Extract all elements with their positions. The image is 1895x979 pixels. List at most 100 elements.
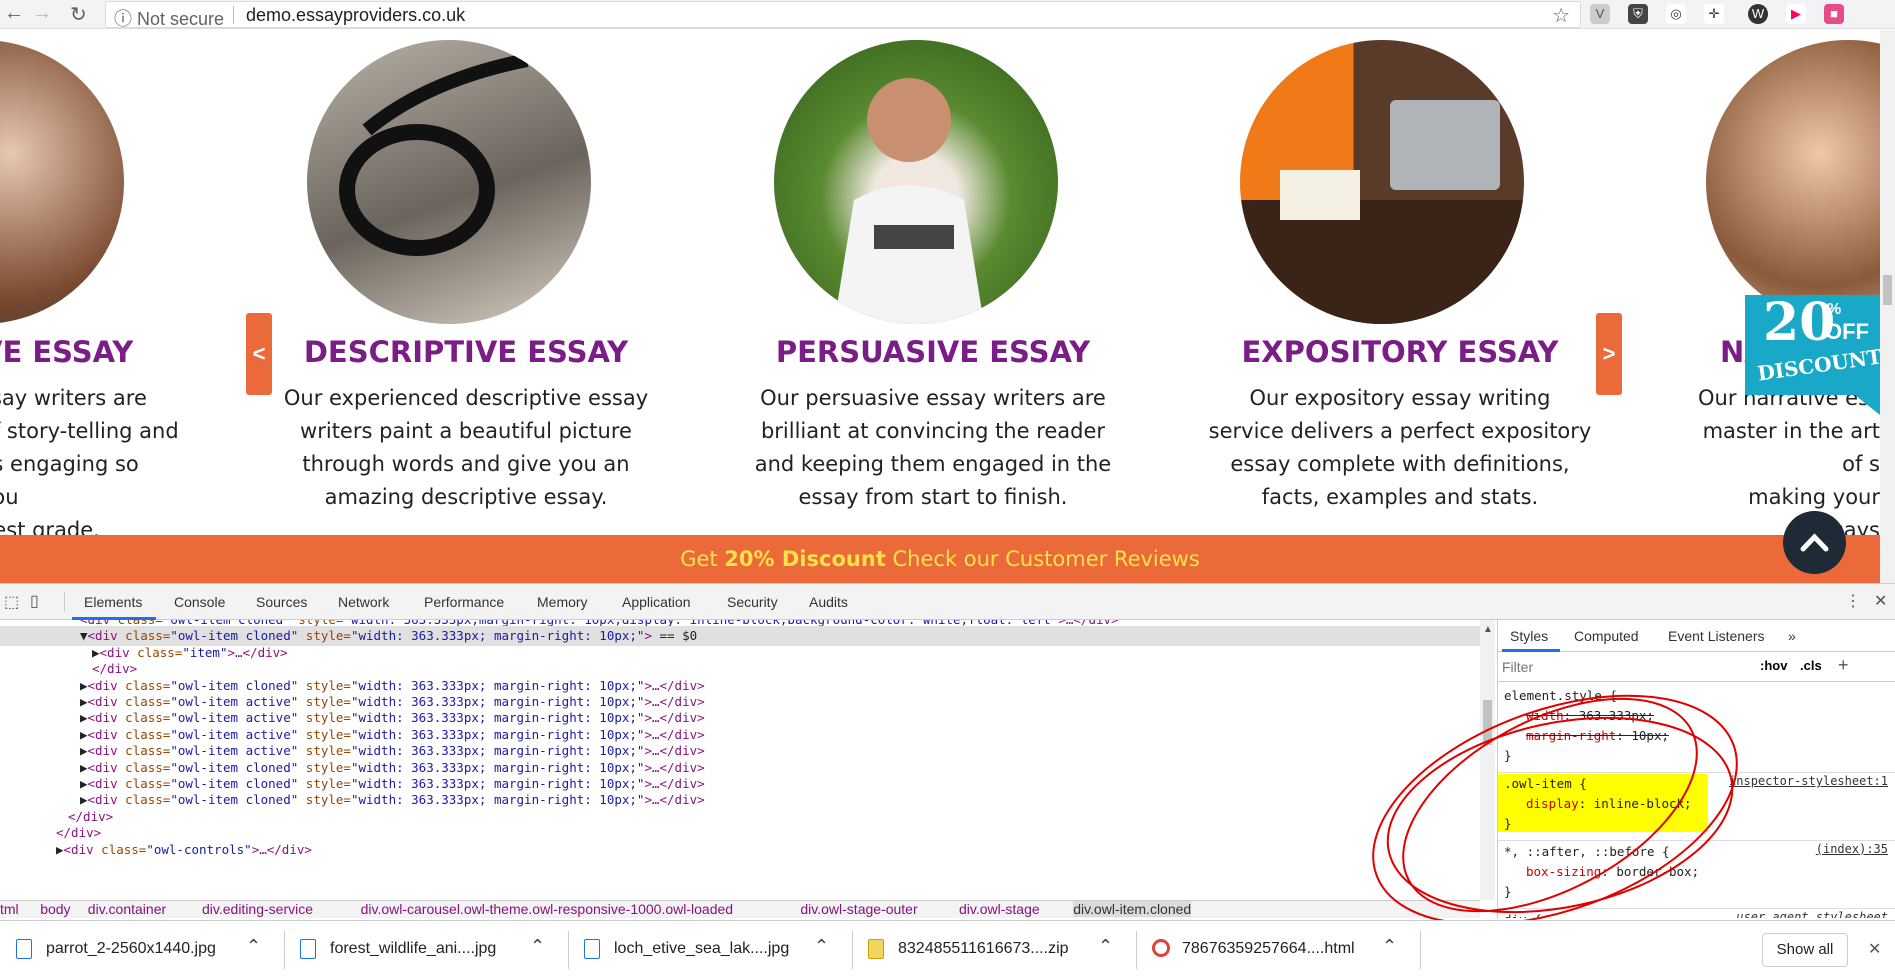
- breadcrumb-item[interactable]: div.editing-service: [202, 901, 313, 917]
- extension-shield-icon[interactable]: ⛨: [1628, 4, 1648, 24]
- download-separator: [852, 931, 853, 969]
- page-scrollbar[interactable]: [1880, 30, 1895, 595]
- url-text[interactable]: demo.essayproviders.co.uk: [246, 5, 465, 26]
- hov-toggle[interactable]: :hov: [1760, 658, 1787, 673]
- dom-attr-name: class=: [129, 644, 183, 660]
- tab-application[interactable]: Application: [622, 594, 691, 610]
- extension-w-icon[interactable]: W: [1748, 4, 1768, 24]
- property-name: width: [1526, 708, 1564, 723]
- show-all-button[interactable]: Show all: [1762, 933, 1848, 967]
- dom-scrollbar[interactable]: ▲: [1480, 620, 1495, 900]
- dom-attr-value: "item": [182, 644, 228, 660]
- back-icon[interactable]: ←: [4, 2, 24, 25]
- expand-arrow-icon[interactable]: ▶: [56, 842, 64, 857]
- discount-badge[interactable]: 20 % OFF DISCOUNT: [1745, 295, 1880, 415]
- device-toolbar-icon[interactable]: ▯: [30, 591, 39, 611]
- bookmark-star-icon[interactable]: ☆: [1552, 3, 1570, 28]
- dom-scrollbar-thumb[interactable]: [1483, 700, 1492, 745]
- expand-arrow-icon[interactable]: ▶: [80, 727, 88, 742]
- breadcrumb-item[interactable]: body: [40, 901, 70, 917]
- scroll-to-top-button[interactable]: [1783, 511, 1846, 574]
- property-colon: :: [1578, 796, 1594, 811]
- download-item[interactable]: 832485511616673....zip ⌃: [860, 921, 1128, 979]
- rule-property[interactable]: width: 363.333px;: [1526, 706, 1654, 726]
- expand-arrow-icon[interactable]: ▶: [80, 694, 88, 709]
- scroll-up-icon[interactable]: ▲: [1483, 624, 1493, 635]
- dom-node-line[interactable]: ▶<div class="owl-controls">…</div>: [0, 840, 312, 860]
- expand-arrow-icon[interactable]: ▼: [80, 628, 88, 643]
- tab-computed[interactable]: Computed: [1574, 628, 1639, 644]
- tab-console[interactable]: Console: [174, 594, 225, 610]
- rule-source[interactable]: user agent stylesheet: [1736, 910, 1888, 918]
- chevron-up-icon[interactable]: ⌃: [814, 936, 829, 957]
- security-indicator[interactable]: ⓘ Not secure: [114, 5, 224, 31]
- rule-property[interactable]: box-sizing: border-box;: [1526, 862, 1699, 882]
- expand-arrow-icon[interactable]: ▶: [80, 743, 88, 758]
- extension-v-icon[interactable]: V: [1590, 4, 1610, 24]
- extension-square-icon[interactable]: ■: [1824, 4, 1844, 24]
- dom-tag-tail: >…</div>: [644, 792, 705, 808]
- breadcrumb-item[interactable]: div.container: [88, 901, 166, 917]
- styles-filter-input[interactable]: [1502, 656, 1742, 678]
- style-rule[interactable]: div {user agent stylesheet: [1498, 908, 1895, 918]
- chevron-up-icon[interactable]: ⌃: [1098, 936, 1113, 957]
- more-tabs-icon[interactable]: »: [1788, 628, 1796, 644]
- property-name: box-sizing: [1526, 864, 1602, 879]
- cls-toggle[interactable]: .cls: [1800, 658, 1822, 673]
- chevron-up-icon[interactable]: ⌃: [1382, 936, 1397, 957]
- chevron-up-icon[interactable]: ⌃: [530, 936, 545, 957]
- extension-crosshair-icon[interactable]: ✛: [1704, 4, 1724, 24]
- tab-performance[interactable]: Performance: [424, 594, 504, 610]
- property-value: 10px;: [1631, 728, 1670, 743]
- style-rule[interactable]: .owl-item {display: inline-block;} inspec…: [1498, 772, 1895, 840]
- page-scrollbar-thumb[interactable]: [1883, 275, 1892, 305]
- dom-attr-name: class=: [117, 726, 171, 742]
- download-item[interactable]: forest_wildlife_ani....jpg ⌃: [292, 921, 560, 979]
- banner-reviews-link[interactable]: Check our Customer Reviews: [886, 547, 1200, 571]
- new-rule-icon[interactable]: +: [1838, 655, 1849, 676]
- extension-circle-icon[interactable]: ◎: [1666, 4, 1686, 24]
- breadcrumb-item[interactable]: div.owl-stage: [959, 901, 1040, 917]
- breadcrumb-item[interactable]: div.owl-carousel.owl-theme.owl-responsiv…: [361, 901, 733, 917]
- close-devtools-icon[interactable]: ✕: [1874, 591, 1887, 611]
- chevron-up-icon[interactable]: ⌃: [246, 936, 261, 957]
- rule-source[interactable]: inspector-stylesheet:1: [1729, 774, 1888, 788]
- tab-styles[interactable]: Styles: [1510, 628, 1548, 644]
- inspect-icon[interactable]: ⬚: [4, 592, 19, 612]
- style-rule[interactable]: *, ::after, ::before {box-sizing: border…: [1498, 840, 1895, 908]
- close-downloads-icon[interactable]: ✕: [1868, 939, 1881, 959]
- rule-source[interactable]: (index):35: [1816, 842, 1888, 856]
- download-item[interactable]: parrot_2-2560x1440.jpg ⌃: [8, 921, 276, 979]
- tab-network[interactable]: Network: [338, 594, 389, 610]
- download-item[interactable]: loch_etive_sea_lak....jpg ⌃: [576, 921, 844, 979]
- download-item[interactable]: 78676359257664....html ⌃: [1144, 921, 1412, 979]
- tab-audits[interactable]: Audits: [809, 594, 848, 610]
- extension-play-icon[interactable]: ▶: [1786, 4, 1806, 24]
- breadcrumb-item[interactable]: tml: [0, 901, 19, 917]
- banner-discount[interactable]: 20% Discount: [724, 547, 886, 571]
- devtools-tabbar: ⬚ ▯ Elements Console Sources Network Per…: [0, 584, 1895, 620]
- expand-arrow-icon[interactable]: ▶: [80, 776, 88, 791]
- promo-banner[interactable]: Get 20% Discount Check our Customer Revi…: [0, 535, 1880, 583]
- more-options-icon[interactable]: ⋮: [1845, 591, 1861, 611]
- address-bar[interactable]: ⓘ Not secure demo.essayproviders.co.uk ☆: [105, 1, 1581, 31]
- tab-elements[interactable]: Elements: [84, 594, 142, 610]
- expand-arrow-icon[interactable]: ▶: [92, 645, 100, 660]
- rule-property[interactable]: margin-right: 10px;: [1526, 726, 1669, 746]
- tab-event-listeners[interactable]: Event Listeners: [1668, 628, 1765, 644]
- rule-property[interactable]: display: inline-block;: [1526, 794, 1692, 814]
- tab-sources[interactable]: Sources: [256, 594, 307, 610]
- expand-arrow-icon[interactable]: ▶: [80, 678, 88, 693]
- expand-arrow-icon[interactable]: ▶: [80, 710, 88, 725]
- expand-arrow-icon[interactable]: ▶: [80, 760, 88, 775]
- breadcrumb-item[interactable]: div.owl-item.cloned: [1073, 901, 1192, 917]
- forward-icon[interactable]: →: [32, 2, 52, 25]
- reload-icon[interactable]: ↻: [70, 2, 87, 27]
- dom-tree[interactable]: <div class="owl-item cloned" style="widt…: [0, 620, 1480, 883]
- tab-security[interactable]: Security: [727, 594, 778, 610]
- tab-memory[interactable]: Memory: [537, 594, 588, 610]
- breadcrumb-item[interactable]: div.owl-stage-outer: [800, 901, 917, 917]
- style-rule[interactable]: element.style {width: 363.333px; margin-r…: [1498, 684, 1895, 772]
- expand-arrow-icon[interactable]: ▶: [80, 792, 88, 807]
- tabbar-separator: [64, 592, 65, 612]
